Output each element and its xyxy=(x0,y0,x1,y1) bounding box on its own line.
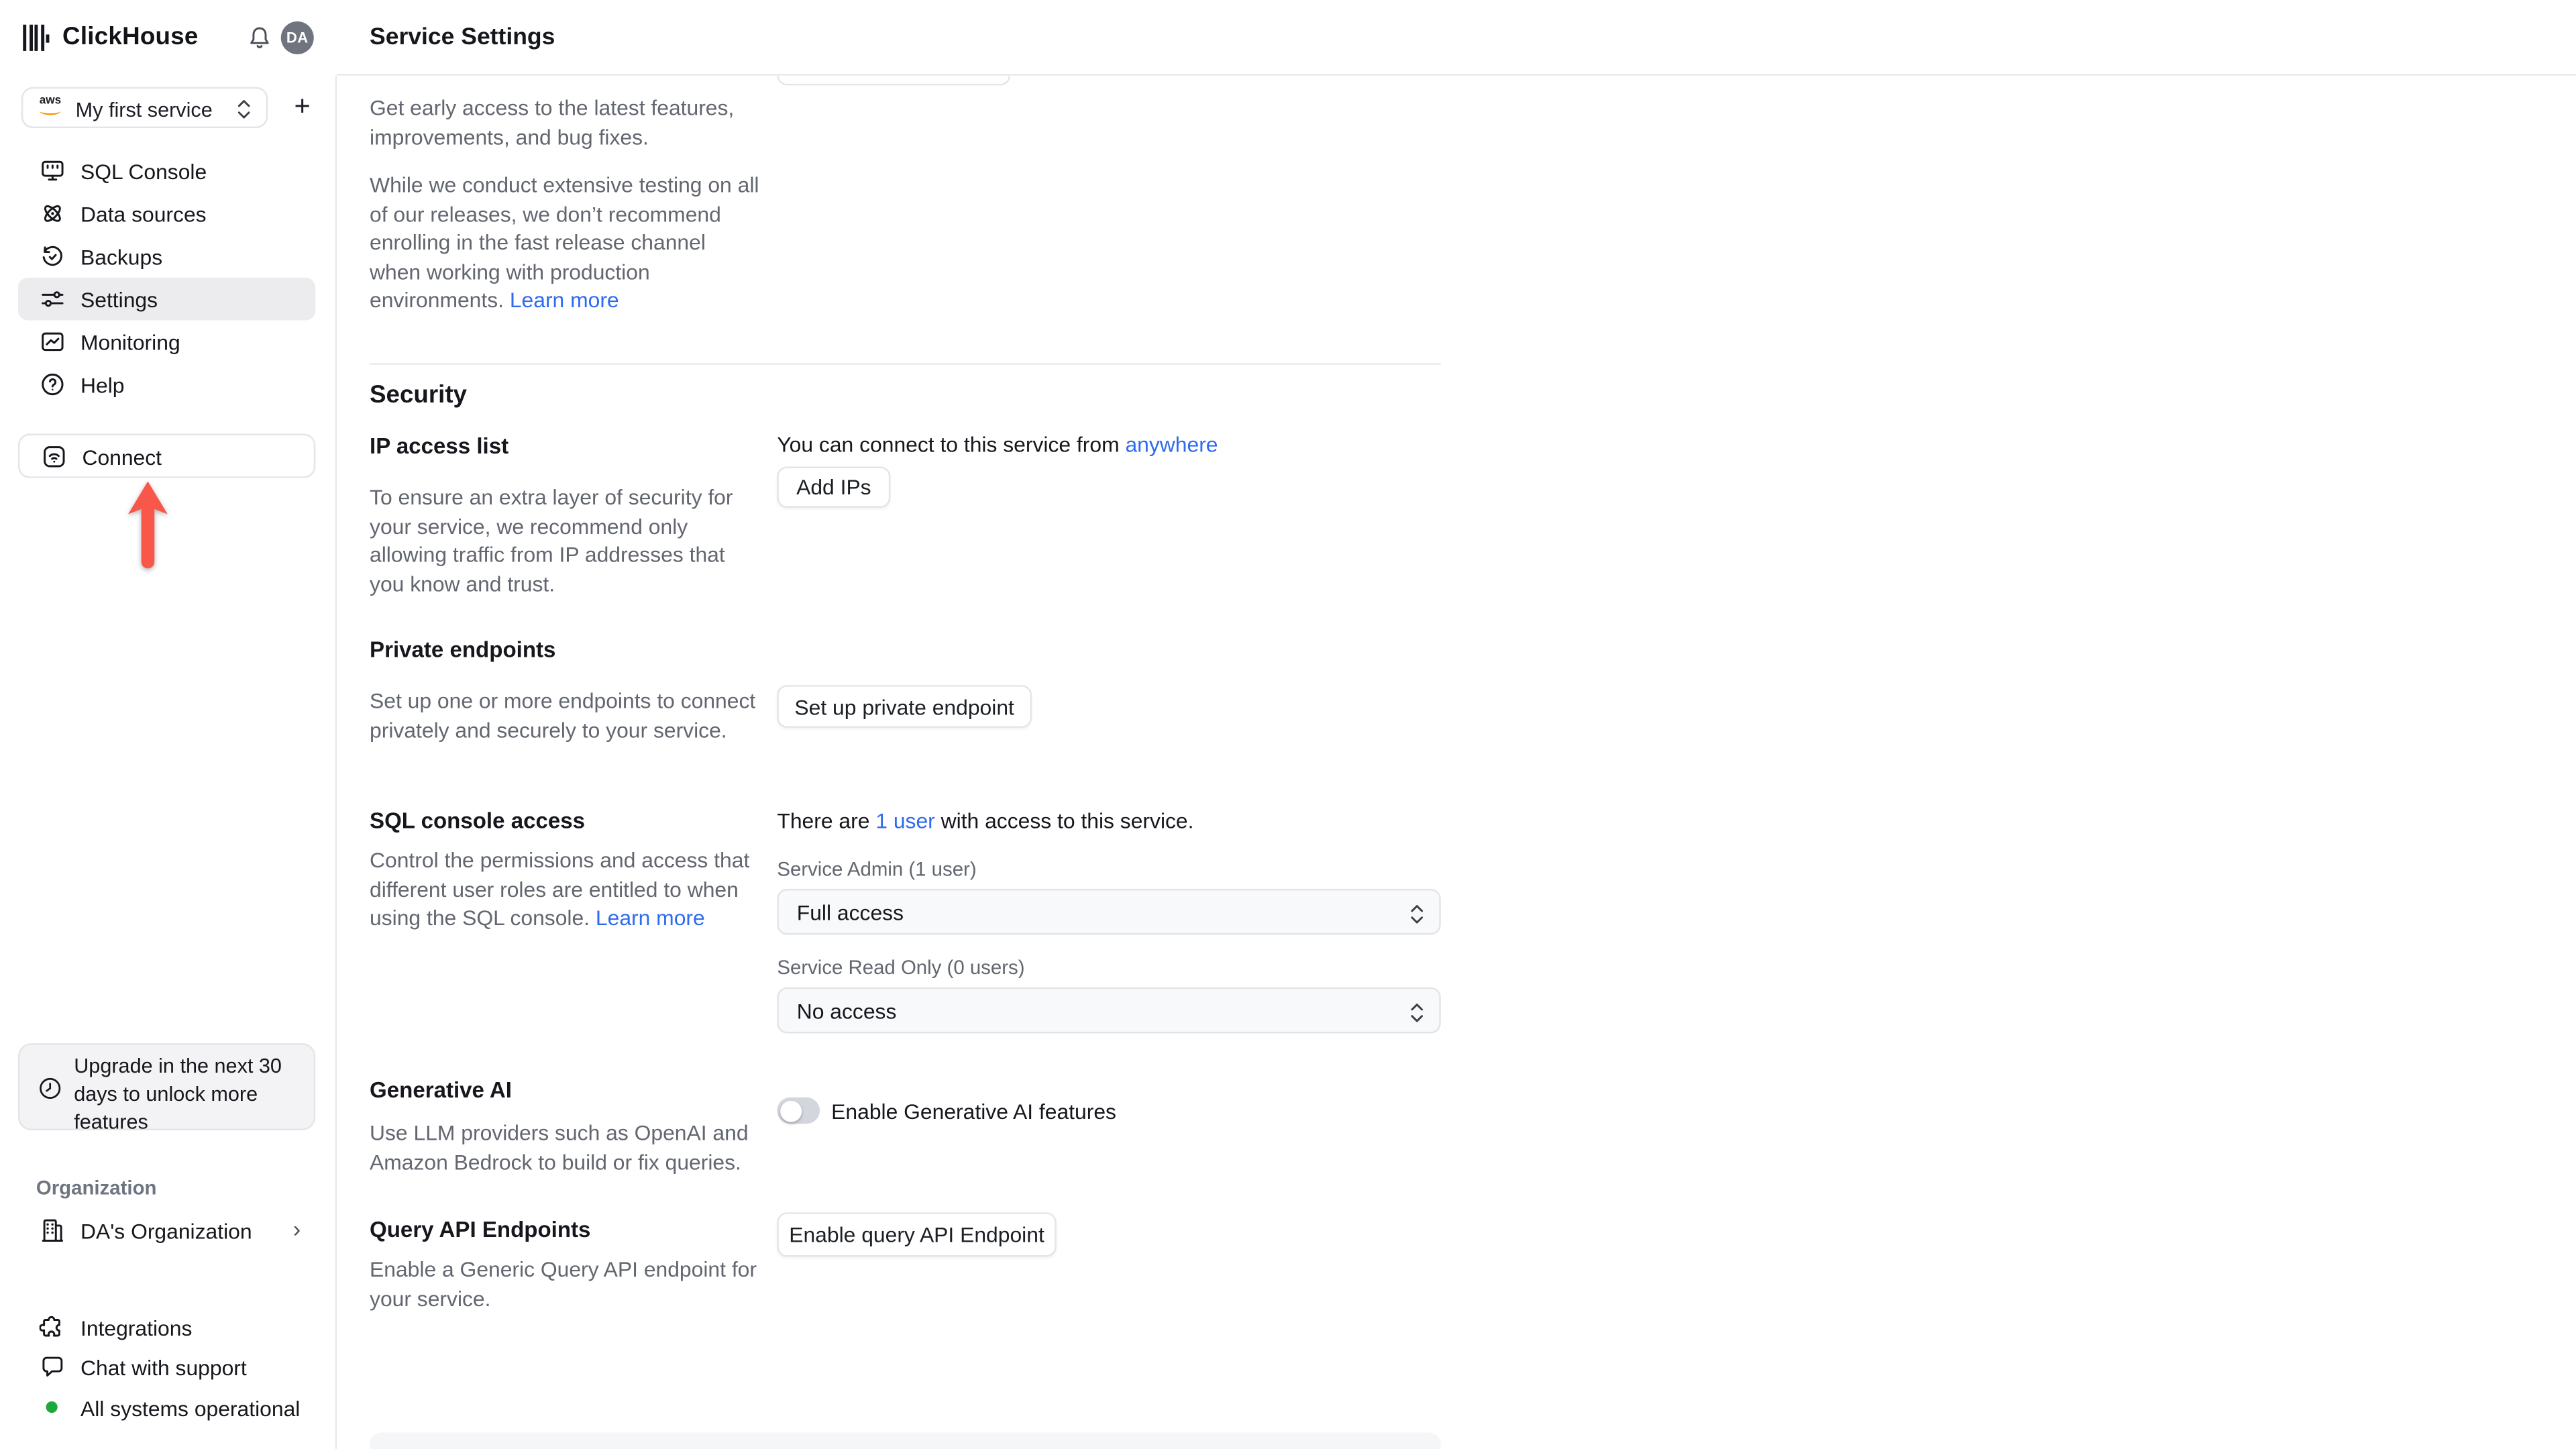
integrations-link[interactable]: Integrations xyxy=(18,1309,315,1346)
sidebar-item-label: Settings xyxy=(80,287,158,313)
release-learn-more-link[interactable]: Learn more xyxy=(510,288,619,313)
service-admin-select[interactable]: Full access xyxy=(777,888,1441,935)
generative-ai-title: Generative AI xyxy=(370,1077,512,1103)
release-channel-select-partial[interactable] xyxy=(777,75,1011,86)
setup-private-endpoint-button[interactable]: Set up private endpoint xyxy=(777,685,1032,728)
connect-label: Connect xyxy=(82,444,162,470)
organization-section-label: Organization xyxy=(36,1176,157,1199)
monitoring-icon xyxy=(40,329,66,355)
organization-name: DA's Organization xyxy=(80,1218,252,1243)
ip-access-list-description: To ensure an extra layer of security for… xyxy=(370,484,733,596)
puzzle-icon xyxy=(39,1314,66,1340)
add-service-button[interactable]: + xyxy=(288,89,317,125)
toggle-knob xyxy=(780,1099,801,1122)
sql-console-access-description: Control the permissions and access that … xyxy=(370,846,761,932)
app-window: ClickHouse DA Service Settings aws My fi… xyxy=(0,0,2576,1449)
page-title: Service Settings xyxy=(370,24,555,51)
clickhouse-logo-icon xyxy=(23,24,56,51)
ip-connect-text: You can connect to this service from xyxy=(777,432,1126,457)
building-icon xyxy=(40,1218,66,1244)
sidebar-nav: SQL Console Data sources Backups Setting… xyxy=(17,150,316,406)
upgrade-notice[interactable]: Upgrade in the next 30 days to unlock mo… xyxy=(17,1043,316,1134)
sql-learn-more-link[interactable]: Learn more xyxy=(596,905,705,930)
connect-icon xyxy=(41,443,67,469)
service-admin-label: Service Admin (1 user) xyxy=(777,857,977,881)
service-readonly-select[interactable]: No access xyxy=(777,987,1441,1034)
service-admin-value: Full access xyxy=(796,899,904,924)
sidebar-item-help[interactable]: Help xyxy=(18,363,315,406)
top-header: ClickHouse DA Service Settings xyxy=(0,0,2576,76)
chevron-updown-icon xyxy=(237,99,252,120)
chat-support-label: Chat with support xyxy=(80,1355,247,1381)
query-api-description: Enable a Generic Query API endpoint for … xyxy=(370,1256,757,1311)
private-endpoints-title: Private endpoints xyxy=(370,637,556,662)
private-endpoints-description: Set up one or more endpoints to connect … xyxy=(370,688,756,742)
users-prefix: There are xyxy=(777,808,876,833)
add-ips-button[interactable]: Add IPs xyxy=(777,466,891,508)
service-name: My first service xyxy=(75,97,213,121)
main-content: Get early access to the latest features,… xyxy=(370,0,1441,1449)
sidebar-item-settings[interactable]: Settings xyxy=(17,277,316,321)
generative-ai-toggle[interactable] xyxy=(777,1097,820,1124)
organization-row[interactable]: DA's Organization › xyxy=(18,1211,315,1248)
status-label: All systems operational xyxy=(80,1395,301,1421)
system-status[interactable]: All systems operational xyxy=(18,1389,315,1426)
users-suffix: with access to this service. xyxy=(934,808,1194,833)
integrations-label: Integrations xyxy=(80,1316,193,1341)
sidebar-item-label: Data sources xyxy=(80,202,207,227)
sql-users-status: There are 1 user with access to this ser… xyxy=(777,808,1193,833)
status-dot-icon xyxy=(46,1401,58,1413)
sidebar: aws My first service + SQL Console Data … xyxy=(0,75,337,1449)
chevron-right-icon: › xyxy=(292,1215,301,1242)
help-icon xyxy=(40,371,66,397)
header-divider xyxy=(337,74,2576,76)
chevron-updown-icon xyxy=(1409,904,1424,925)
data-sources-icon xyxy=(40,201,66,227)
chevron-updown-icon xyxy=(1409,1002,1424,1024)
security-heading: Security xyxy=(370,381,468,409)
service-readonly-value: No access xyxy=(796,998,897,1023)
clock-icon xyxy=(38,1076,62,1101)
release-channel-paragraph-1: Get early access to the latest features,… xyxy=(370,95,735,149)
section-divider xyxy=(370,363,1441,365)
service-selector[interactable]: aws My first service xyxy=(21,87,268,129)
upgrade-text: Upgrade in the next 30 days to unlock mo… xyxy=(74,1055,282,1134)
generative-ai-toggle-label: Enable Generative AI features xyxy=(831,1099,1116,1124)
ip-connect-status: You can connect to this service from any… xyxy=(777,432,1218,457)
service-readonly-label: Service Read Only (0 users) xyxy=(777,956,1025,979)
annotation-arrow xyxy=(128,481,168,569)
anywhere-link[interactable]: anywhere xyxy=(1125,432,1218,457)
sidebar-item-label: SQL Console xyxy=(80,159,207,184)
enable-query-api-button[interactable]: Enable query API Endpoint xyxy=(777,1212,1057,1257)
sql-console-icon xyxy=(40,158,66,184)
sql-console-access-title: SQL console access xyxy=(370,808,586,833)
ip-access-list-title: IP access list xyxy=(370,433,509,459)
release-channel-paragraph-2: While we conduct extensive testing on al… xyxy=(370,171,761,315)
settings-sliders-icon xyxy=(40,286,66,312)
sidebar-item-label: Backups xyxy=(80,244,163,270)
brand-name: ClickHouse xyxy=(62,23,199,51)
sidebar-item-label: Help xyxy=(80,372,125,398)
sidebar-item-monitoring[interactable]: Monitoring xyxy=(18,321,315,364)
next-section-partial xyxy=(370,1432,1441,1449)
connect-button[interactable]: Connect xyxy=(17,433,316,478)
aws-logo-icon: aws xyxy=(40,95,61,115)
one-user-link[interactable]: 1 user xyxy=(875,808,935,833)
generative-ai-description: Use LLM providers such as OpenAI and Ama… xyxy=(370,1120,749,1174)
chat-support-link[interactable]: Chat with support xyxy=(18,1349,315,1385)
sidebar-item-data-sources[interactable]: Data sources xyxy=(18,193,315,235)
sidebar-item-sql-console[interactable]: SQL Console xyxy=(18,150,315,193)
user-avatar[interactable]: DA xyxy=(280,21,314,54)
sidebar-item-backups[interactable]: Backups xyxy=(18,235,315,278)
query-api-endpoints-title: Query API Endpoints xyxy=(370,1217,591,1242)
chat-bubble-icon xyxy=(40,1354,66,1380)
backups-icon xyxy=(40,243,66,269)
notifications-bell-icon[interactable] xyxy=(246,25,272,51)
sidebar-item-label: Monitoring xyxy=(80,330,180,355)
